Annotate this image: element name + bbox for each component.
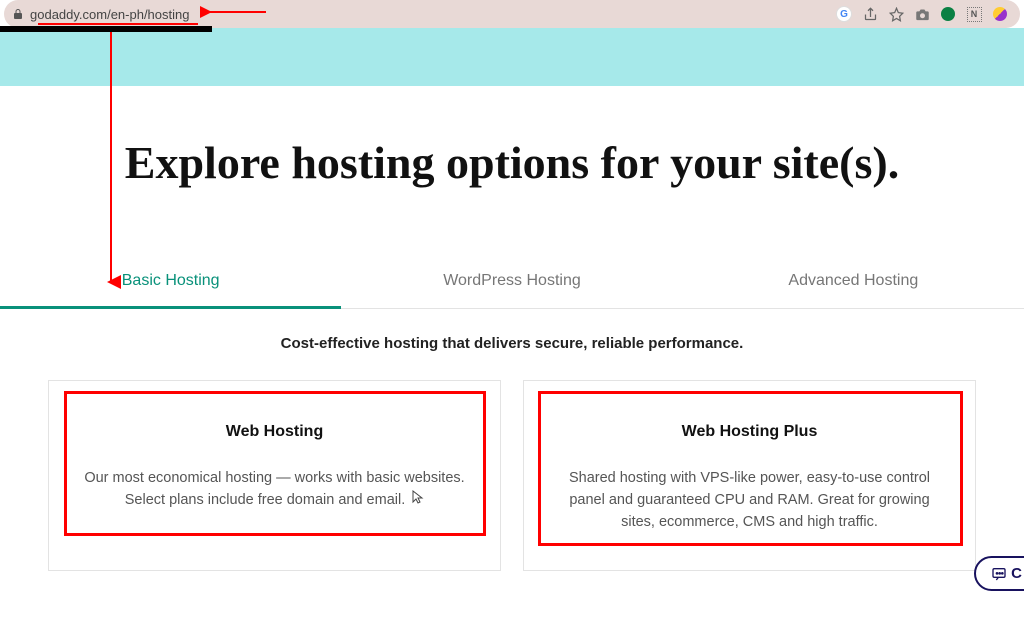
cursor-icon xyxy=(412,489,424,511)
star-icon[interactable] xyxy=(888,6,904,22)
lock-icon xyxy=(12,8,24,20)
url-text: godaddy.com/en-ph/hosting xyxy=(30,7,189,22)
extension-n-icon[interactable]: N xyxy=(966,6,982,22)
tab-label: Basic Hosting xyxy=(122,272,220,289)
card-description: Shared hosting with VPS-like power, easy… xyxy=(552,467,947,534)
address-bar-icons: G N xyxy=(836,6,1012,22)
chat-widget[interactable]: C xyxy=(974,556,1024,591)
tab-subheading: Cost-effective hosting that delivers sec… xyxy=(0,335,1024,352)
tab-wordpress-hosting[interactable]: WordPress Hosting xyxy=(341,254,682,308)
share-icon[interactable] xyxy=(862,6,878,22)
hero-banner xyxy=(0,28,1024,86)
card-title: Web Hosting Plus xyxy=(552,423,947,441)
google-icon[interactable]: G xyxy=(836,6,852,22)
card-description: Our most economical hosting — works with… xyxy=(77,467,472,512)
tab-advanced-hosting[interactable]: Advanced Hosting xyxy=(683,254,1024,308)
hosting-tabs: Basic Hosting WordPress Hosting Advanced… xyxy=(0,254,1024,309)
page-content: Explore hosting options for your site(s)… xyxy=(0,86,1024,571)
tab-basic-hosting[interactable]: Basic Hosting xyxy=(0,254,341,308)
extension-circle-icon[interactable] xyxy=(992,6,1008,22)
hosting-cards: Web Hosting Our most economical hosting … xyxy=(0,352,1024,571)
annotation-url-underline xyxy=(38,23,198,25)
annotation-red-box xyxy=(64,391,486,536)
annotation-black-bar xyxy=(0,26,212,32)
card-web-hosting[interactable]: Web Hosting Our most economical hosting … xyxy=(48,380,501,571)
url-area: godaddy.com/en-ph/hosting xyxy=(12,7,189,22)
card-web-hosting-plus[interactable]: Web Hosting Plus Shared hosting with VPS… xyxy=(523,380,976,571)
chat-icon xyxy=(990,566,1008,582)
camera-icon[interactable] xyxy=(914,6,930,22)
page-headline: Explore hosting options for your site(s)… xyxy=(122,134,902,192)
card-title: Web Hosting xyxy=(77,423,472,441)
tab-label: Advanced Hosting xyxy=(788,272,918,289)
chat-label-partial: C xyxy=(1011,565,1022,582)
tab-label: WordPress Hosting xyxy=(443,272,581,289)
extension-green-icon[interactable] xyxy=(940,6,956,22)
address-bar[interactable]: godaddy.com/en-ph/hosting G N xyxy=(4,0,1020,28)
